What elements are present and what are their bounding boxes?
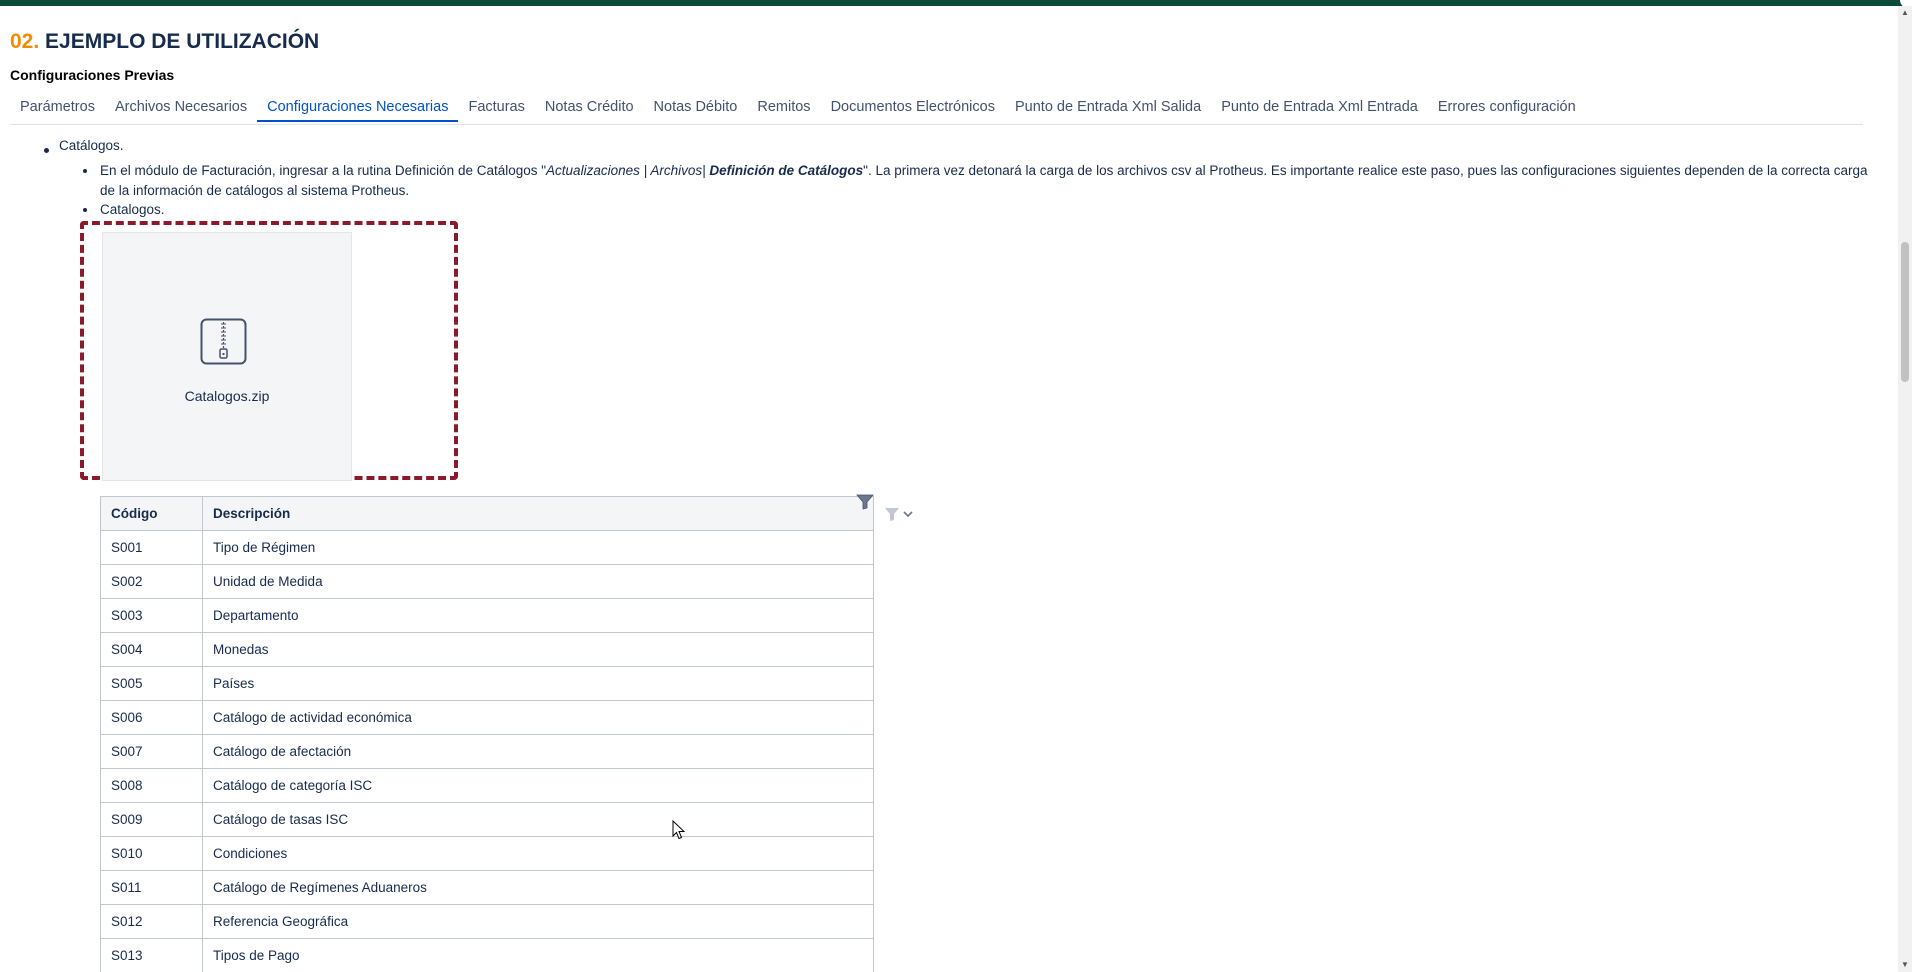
cell-descripcion: Catálogo de Regímenes Aduaneros: [202, 870, 874, 905]
cell-descripcion: Tipos de Pago: [202, 938, 874, 972]
tab-notas-debito[interactable]: Notas Débito: [644, 98, 748, 122]
cell-descripcion: Catálogo de actividad económica: [202, 700, 874, 735]
bullet-catalogos-sub: Catalogos.: [100, 202, 165, 217]
bullet-catalogos-main: Catálogos.: [59, 138, 124, 153]
table-row: S006 Catálogo de actividad económica: [100, 700, 874, 735]
tab-notas-credito[interactable]: Notas Crédito: [535, 98, 644, 122]
cell-descripcion: Condiciones: [202, 836, 874, 871]
cell-codigo: S005: [100, 666, 203, 701]
zip-file-icon: [200, 318, 247, 365]
cell-descripcion: Monedas: [202, 632, 874, 667]
tab-punto-de-entrada-xml-salida[interactable]: Punto de Entrada Xml Salida: [1005, 98, 1211, 122]
instruction-paragraph: En el módulo de Facturación, ingresar a …: [100, 161, 1870, 201]
filter-dropdown-button[interactable]: [884, 506, 916, 522]
filter-icon: [885, 508, 899, 521]
table-row: S010 Condiciones: [100, 836, 874, 871]
cell-codigo: S008: [100, 768, 203, 803]
para-text-1: En el módulo de Facturación, ingresar a …: [100, 163, 547, 178]
tab-archivos-necesarios[interactable]: Archivos Necesarios: [105, 98, 257, 122]
tab-facturas[interactable]: Facturas: [458, 98, 534, 122]
para-bold-routine: Definición de Catálogos: [709, 163, 864, 178]
tab-configuraciones-necesarias[interactable]: Configuraciones Necesarias: [257, 98, 459, 122]
bullet-dot: [83, 169, 87, 173]
table-row: S008 Catálogo de categoría ISC: [100, 768, 874, 803]
para-italic-path: Actualizaciones | Archivos|: [546, 163, 710, 178]
vertical-scrollbar[interactable]: ▲ ▼: [1898, 6, 1912, 972]
cell-codigo: S001: [100, 530, 203, 565]
cell-descripcion: Unidad de Medida: [202, 564, 874, 599]
catalog-table-wrap: Código Descripción S001 Tipo de Régimen S0…: [100, 496, 874, 972]
attachment-card[interactable]: Catalogos.zip: [102, 232, 352, 481]
cell-codigo: S010: [100, 836, 203, 871]
page-title: 02. EJEMPLO DE UTILIZACIÓN: [10, 30, 319, 54]
catalog-table: Código Descripción S001 Tipo de Régimen S0…: [100, 496, 874, 972]
table-row: S009 Catálogo de tasas ISC: [100, 802, 874, 837]
tab-bar: Parámetros Archivos Necesarios Configuraci…: [10, 98, 1863, 125]
cell-codigo: S002: [100, 564, 203, 599]
chevron-down-icon: [903, 511, 913, 518]
scroll-thumb[interactable]: [1901, 242, 1909, 382]
cell-codigo: S007: [100, 734, 203, 769]
tab-parametros[interactable]: Parámetros: [10, 98, 105, 122]
table-row: S004 Monedas: [100, 632, 874, 667]
table-row: S005 Países: [100, 666, 874, 701]
subheading: Configuraciones Previas: [10, 67, 175, 83]
cell-codigo: S009: [100, 802, 203, 837]
section-title: EJEMPLO DE UTILIZACIÓN: [45, 30, 320, 53]
table-row: S001 Tipo de Régimen: [100, 530, 874, 565]
cell-descripcion: Países: [202, 666, 874, 701]
header-descripcion[interactable]: Descripción: [202, 496, 874, 531]
table-row: S007 Catálogo de afectación: [100, 734, 874, 769]
cell-descripcion: Tipo de Régimen: [202, 530, 874, 565]
scroll-down-arrow-icon[interactable]: ▼: [1900, 960, 1910, 970]
header-codigo[interactable]: Código: [100, 496, 203, 531]
cell-descripcion: Catálogo de categoría ISC: [202, 768, 874, 803]
cell-codigo: S006: [100, 700, 203, 735]
scroll-up-arrow-icon[interactable]: ▲: [1900, 8, 1910, 18]
table-row: S003 Departamento: [100, 598, 874, 633]
cell-codigo: S004: [100, 632, 203, 667]
attachment-filename: Catalogos.zip: [184, 388, 270, 404]
cell-descripcion: Departamento: [202, 598, 874, 633]
table-row: S012 Referencia Geográfica: [100, 904, 874, 939]
tab-remitos[interactable]: Remitos: [747, 98, 820, 122]
table-row: S002 Unidad de Medida: [100, 564, 874, 599]
bullet-dot: [83, 208, 87, 212]
tab-punto-de-entrada-xml-entrada[interactable]: Punto de Entrada Xml Entrada: [1211, 98, 1428, 122]
cell-codigo: S012: [100, 904, 203, 939]
cell-descripcion: Catálogo de tasas ISC: [202, 802, 874, 837]
section-number: 02.: [10, 30, 40, 53]
cell-codigo: S003: [100, 598, 203, 633]
filter-icon[interactable]: [856, 494, 874, 510]
cell-codigo: S011: [100, 870, 203, 905]
table-header-row: Código Descripción: [100, 496, 874, 531]
table-row: S013 Tipos de Pago: [100, 938, 874, 972]
page-content: 02. EJEMPLO DE UTILIZACIÓN Configuracion…: [0, 6, 1898, 972]
table-row: S011 Catálogo de Regímenes Aduaneros: [100, 870, 874, 905]
cell-descripcion: Referencia Geográfica: [202, 904, 874, 939]
tab-errores-configuracion[interactable]: Errores configuración: [1428, 98, 1586, 122]
tab-documentos-electronicos[interactable]: Documentos Electrónicos: [821, 98, 1005, 122]
cell-descripcion: Catálogo de afectación: [202, 734, 874, 769]
mouse-cursor-icon: [672, 820, 686, 840]
bullet-dot: [44, 148, 49, 153]
cell-codigo: S013: [100, 938, 203, 972]
